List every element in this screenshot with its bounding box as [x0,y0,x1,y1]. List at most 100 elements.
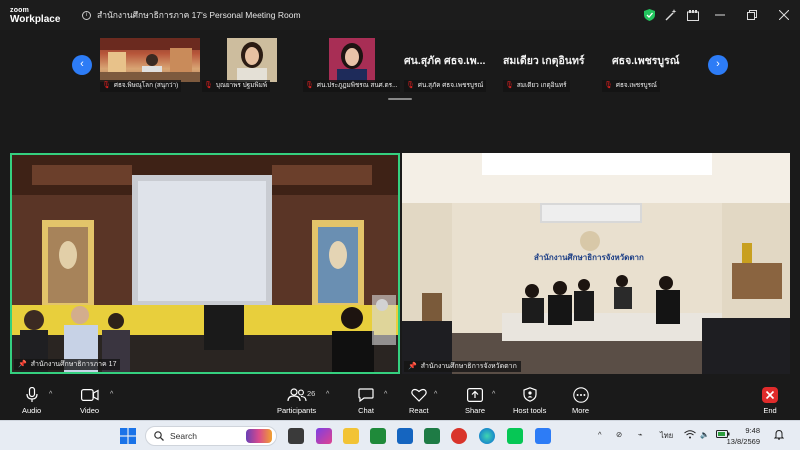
notification-bell-icon[interactable] [773,429,785,442]
participant-thumbnail[interactable]: 🎙 บุณยาพร ปฐมพิมพ์ [202,38,302,92]
participant-name: 🎙 ศน.สุภัค ศธจ.เพชรบูรณ์ [404,80,487,92]
host-tools-button[interactable]: Host tools [513,386,546,415]
tray-overflow-caret[interactable]: ^ [598,430,602,439]
usb-icon[interactable]: ⌁ [638,430,643,439]
chat-button[interactable]: Chat [358,386,374,415]
restore-button[interactable] [736,0,768,30]
end-label: End [763,406,777,415]
video-options-caret[interactable]: ^ [110,391,113,398]
tile-name-label: 📌 สำนักงานศึกษาธิการจังหวัดตาก [404,361,521,372]
more-dots-icon [572,386,589,403]
chat-options-caret[interactable]: ^ [384,391,387,398]
pin-icon: 📌 [408,363,417,370]
participant-video [329,38,375,82]
info-icon[interactable]: i [82,10,91,20]
audio-options-caret[interactable]: ^ [49,391,52,398]
windows-start-icon[interactable] [120,428,136,444]
clock-date: 13/8/2569 [726,437,760,446]
close-button[interactable] [768,0,800,30]
video-tile-right[interactable]: สำนักงานศึกษาธิการจังหวัดตาก 📌 สำนักงานศึ… [402,153,790,374]
line-icon[interactable] [507,428,523,444]
share-button[interactable]: Share [465,386,485,415]
participant-name: 🎙 ศน.ประภูฏมพิชรณ สนศ.ตร... [303,80,401,92]
end-meeting-button[interactable]: End [762,386,778,415]
window-title-text: สำนักงานศึกษาธิการภาค 17's Personal Meet… [97,10,301,20]
participants-options-caret[interactable]: ^ [326,391,329,398]
participant-thumbnail[interactable]: ศธจ.เพชรบูรณ์ 🎙 ศธจ.เพชรบูรณ์ [602,38,698,92]
tile-name-text: สำนักงานศึกษาธิการจังหวัดตาก [420,363,517,370]
store-icon[interactable] [370,428,386,444]
participant-name: 🎙 สมเดียว เกตุอินทร์ [503,80,570,92]
video-tile-left[interactable]: 📌 สำนักงานศึกษาธิการภาค 17 [10,153,400,374]
file-explorer-icon[interactable] [343,428,359,444]
mic-off-icon: 🎙 [204,82,213,89]
mic-off-icon: 🎙 [505,82,514,89]
search-highlight-icon [246,429,272,443]
share-screen-icon [467,386,483,403]
chat-label: Chat [358,406,374,415]
share-label: Share [465,406,486,415]
video-scene [227,38,277,82]
participant-name-text: ศธจ.เพชรบูรณ์ [615,82,657,89]
participant-thumbnail[interactable]: สมเดียว เกตุอินทร์ 🎙 สมเดียว เกตุอินทร์ [503,38,599,92]
video-camera-icon [80,386,99,403]
language-indicator[interactable]: ไทย [660,430,673,442]
magic-wand-icon[interactable] [660,4,682,26]
chat-bubble-icon [358,386,374,403]
volume-icon[interactable]: 🔈 [700,430,709,439]
end-call-icon [762,386,778,403]
tile-name-text: สำนักงานศึกษาธิการภาค 17 [30,361,117,368]
taskbar-clock[interactable]: 9:48 13/8/2569 [727,425,760,447]
copilot-icon[interactable] [316,428,332,444]
participant-video [100,38,200,82]
shield-icon [523,386,537,403]
strip-resize-handle[interactable] [388,98,412,100]
outlook-icon[interactable] [397,428,413,444]
network-off-icon[interactable]: ⊘ [616,430,622,439]
participant-thumbnail[interactable]: ศน.สุภัค ศธจ.เพ... 🎙 ศน.สุภัค ศธจ.เพชรบูร… [404,38,500,92]
video-scene [12,155,398,372]
participant-name-text: สมเดียว เกตุอินทร์ [516,82,567,89]
mic-off-icon: 🎙 [406,82,415,89]
participant-big-name: ศธจ.เพชรบูรณ์ [612,55,680,67]
react-button[interactable]: React [409,386,429,415]
mic-off-icon: 🎙 [604,82,613,89]
excel-icon[interactable] [424,428,440,444]
shield-icon[interactable] [638,4,660,26]
pdf-reader-icon[interactable] [451,428,467,444]
more-label: More [572,406,590,415]
task-view-icon[interactable] [288,428,304,444]
participant-big-name: ศน.สุภัค ศธจ.เพ... [404,55,486,67]
heart-icon [411,386,427,403]
participant-thumbnail[interactable]: 🎙 ศธจ.พิษณุโลก (สนุกว่า) [100,38,200,92]
taskbar-search[interactable]: Search [145,426,277,446]
search-placeholder: Search [170,431,197,441]
react-options-caret[interactable]: ^ [434,391,437,398]
gallery-view-icon[interactable] [682,4,704,26]
strip-next-button[interactable]: › [708,55,728,75]
participant-name-text: บุณยาพร ปฐมพิมพ์ [215,82,268,89]
more-button[interactable]: More [572,386,589,415]
strip-prev-button[interactable]: ‹ [72,55,92,75]
clock-time: 9:48 [745,426,760,435]
share-options-caret[interactable]: ^ [492,391,495,398]
room-banner: สำนักงานศึกษาธิการจังหวัดตาก [534,253,644,262]
meeting-title: i สำนักงานศึกษาธิการภาค 17's Personal Me… [82,8,301,22]
zoom-app-icon[interactable] [535,428,551,444]
video-button[interactable]: Video [80,386,99,415]
video-scene [100,38,200,82]
participant-thumbnail[interactable]: 🎙 ศน.ประภูฏมพิชรณ สนศ.ตร... [303,38,403,92]
participants-label: Participants [277,406,317,415]
edge-icon[interactable] [479,428,495,444]
participants-icon [286,386,307,403]
audio-label: Audio [22,406,42,415]
zoom-logo: zoom Workplace [0,6,72,25]
minimize-button[interactable] [704,0,736,30]
wifi-icon[interactable] [684,430,696,441]
participant-strip: ‹ 🎙 ศธจ.พิษณุโลก (สนุกว่า) 🎙 บุณยาพร ปฐม… [0,30,800,102]
audio-button[interactable]: Audio [22,386,41,415]
titlebar-controls [638,0,800,30]
participant-name-text: ศธจ.พิษณุโลก (สนุกว่า) [113,82,179,89]
title-bar: zoom Workplace i สำนักงานศึกษาธิการภาค 1… [0,0,800,30]
zoom-window: zoom Workplace i สำนักงานศึกษาธิการภาค 1… [0,0,800,450]
